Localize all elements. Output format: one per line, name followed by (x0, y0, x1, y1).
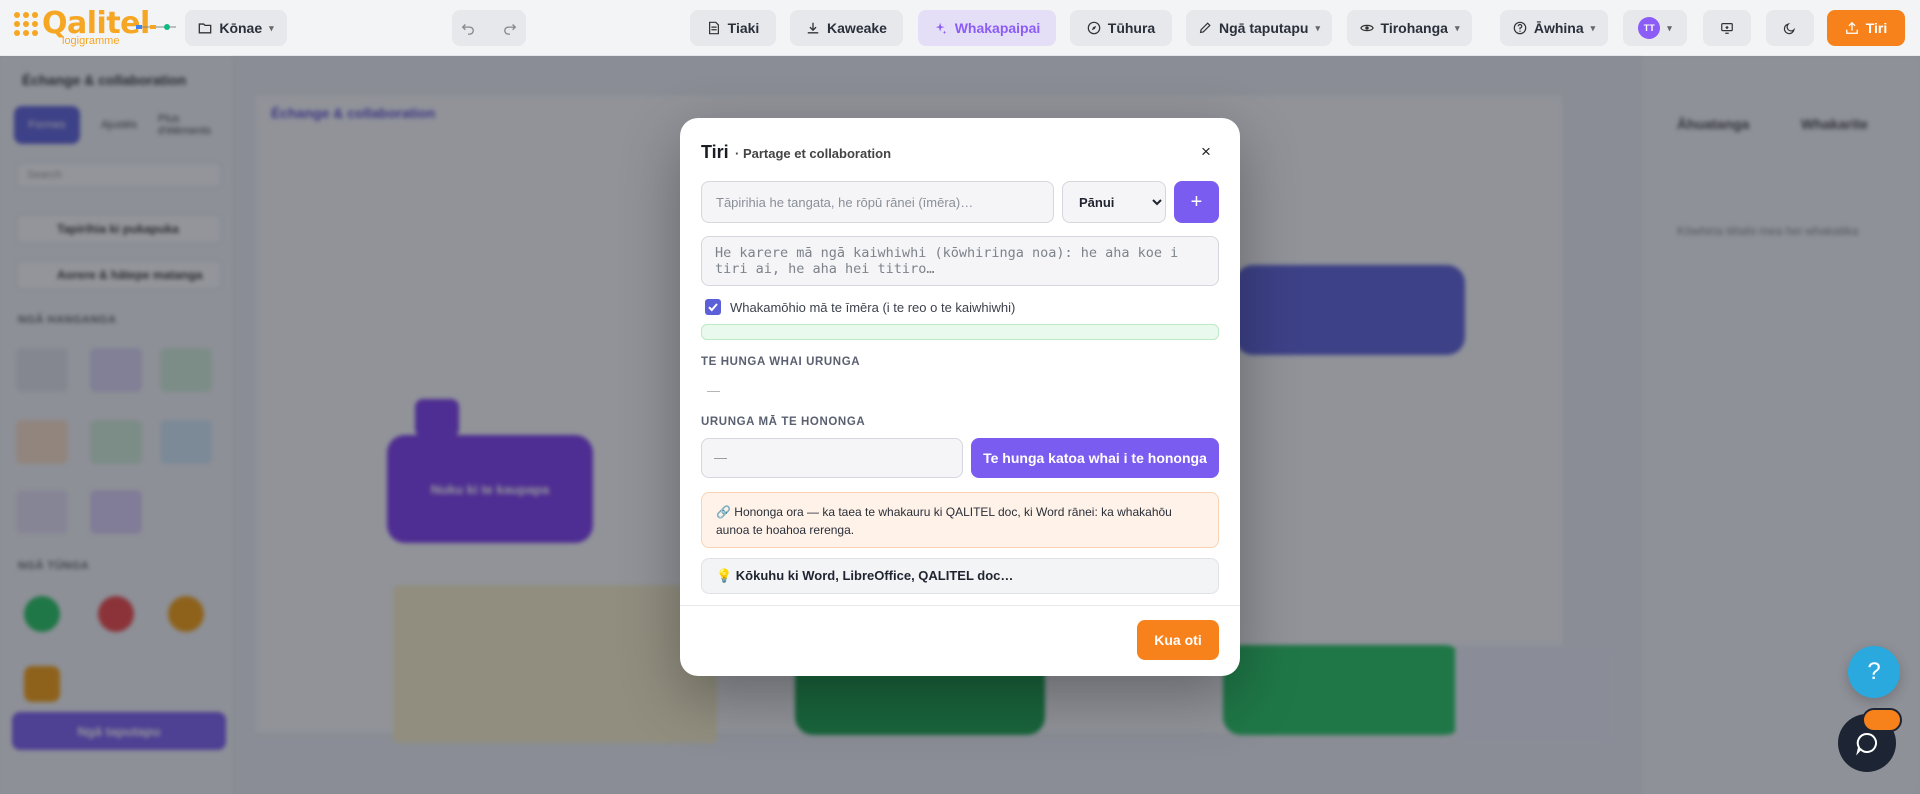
notify-checkbox[interactable] (705, 299, 721, 315)
dialog-title: Tiri (701, 142, 729, 162)
sparkle-icon (935, 22, 946, 35)
logo-flow-icon (136, 24, 176, 30)
redo-icon[interactable] (503, 21, 517, 35)
app-logo[interactable]: Qalitel logigramme (14, 6, 176, 48)
notify-label[interactable]: Whakamōhio mā te īmēra (i te reo o te ka… (730, 300, 1015, 315)
dialog-subtitle: · Partage et collaboration (735, 146, 892, 161)
live-link-info: 🔗 Hononga ora — ka taea te whakauru ki Q… (701, 492, 1219, 548)
upload-icon (1845, 21, 1858, 34)
message-textarea[interactable] (701, 236, 1219, 286)
user-menu-button[interactable]: TT ▾ (1623, 10, 1687, 46)
awhina-menu-button[interactable]: Āwhina ▾ (1500, 10, 1608, 46)
folder-icon (198, 23, 212, 34)
undo-redo-group (452, 10, 526, 46)
share-link-field[interactable]: — (701, 438, 963, 478)
help-circle-icon (1513, 21, 1527, 35)
top-toolbar: Qalitel logigramme Kōnae ▾ Tiaki Kaweake… (0, 0, 1920, 56)
whakapaipai-button[interactable]: Whakapaipai (918, 10, 1056, 46)
share-label: Tiri (1865, 20, 1888, 36)
kaweake-button[interactable]: Kaweake (790, 10, 903, 46)
access-section-title: TE HUNGA WHAI URUNGA (701, 356, 861, 368)
tiaki-label: Tiaki (727, 20, 760, 36)
done-button[interactable]: Kua oti (1137, 620, 1219, 660)
chat-bubble-icon (1856, 732, 1878, 756)
tirohanga-label: Tirohanga (1380, 20, 1448, 36)
link-access-button[interactable]: Te hunga katoa whai i te hononga (971, 438, 1219, 478)
dark-mode-toggle[interactable] (1766, 10, 1814, 46)
chevron-down-icon: ▾ (1454, 22, 1460, 33)
share-button[interactable]: Tiri (1827, 10, 1905, 46)
compass-icon (1087, 21, 1101, 35)
undo-icon[interactable] (461, 21, 475, 35)
present-button[interactable] (1703, 10, 1751, 46)
document-icon (708, 21, 719, 35)
share-recipient-input[interactable] (701, 181, 1054, 223)
checkmark-icon (708, 303, 718, 312)
tiaki-button[interactable]: Tiaki (690, 10, 776, 46)
embed-tip[interactable]: 💡 Kōkuhu ki Word, LibreOffice, QALITEL d… (701, 558, 1219, 594)
chevron-down-icon: ▾ (1315, 22, 1320, 33)
presentation-icon (1721, 23, 1733, 34)
logo-subtext: logigramme (62, 35, 120, 47)
tuhura-button[interactable]: Tūhura (1070, 10, 1172, 46)
permission-select[interactable]: Pānui (1062, 181, 1166, 223)
download-icon (807, 22, 819, 34)
eye-icon (1359, 24, 1374, 32)
dialog-divider (680, 605, 1240, 606)
share-dialog: Tiri · Partage et collaboration × Pānui … (680, 118, 1240, 676)
whakapaipai-label: Whakapaipai (954, 20, 1041, 36)
plus-icon: + (1190, 190, 1203, 213)
question-mark-icon: ? (1867, 658, 1881, 685)
help-fab-button[interactable]: ? (1848, 646, 1900, 698)
taputapu-label: Ngā taputapu (1219, 20, 1309, 36)
pencil-icon (1199, 22, 1211, 34)
tuhura-label: Tūhura (1107, 20, 1156, 36)
chevron-down-icon: ▾ (269, 22, 274, 33)
konae-label: Kōnae (219, 20, 263, 36)
status-bar (701, 324, 1219, 340)
konae-menu-button[interactable]: Kōnae ▾ (185, 10, 287, 46)
chat-badge (1862, 708, 1902, 732)
chevron-down-icon: ▾ (1590, 22, 1596, 33)
link-section-title: URUNGA MĀ TE HONONGA (701, 416, 866, 428)
tirohanga-menu-button[interactable]: Tirohanga ▾ (1347, 10, 1472, 46)
awhina-label: Āwhina (1533, 20, 1584, 36)
kaweake-label: Kaweake (827, 20, 887, 36)
close-icon[interactable]: × (1194, 140, 1218, 164)
add-recipient-button[interactable]: + (1174, 181, 1219, 223)
avatar: TT (1638, 17, 1661, 39)
taputapu-menu-button[interactable]: Ngā taputapu ▾ (1186, 10, 1332, 46)
access-empty-placeholder: — (707, 383, 720, 398)
logo-dots-icon (14, 12, 38, 36)
chevron-down-icon: ▾ (1667, 22, 1672, 33)
moon-icon (1783, 23, 1795, 35)
